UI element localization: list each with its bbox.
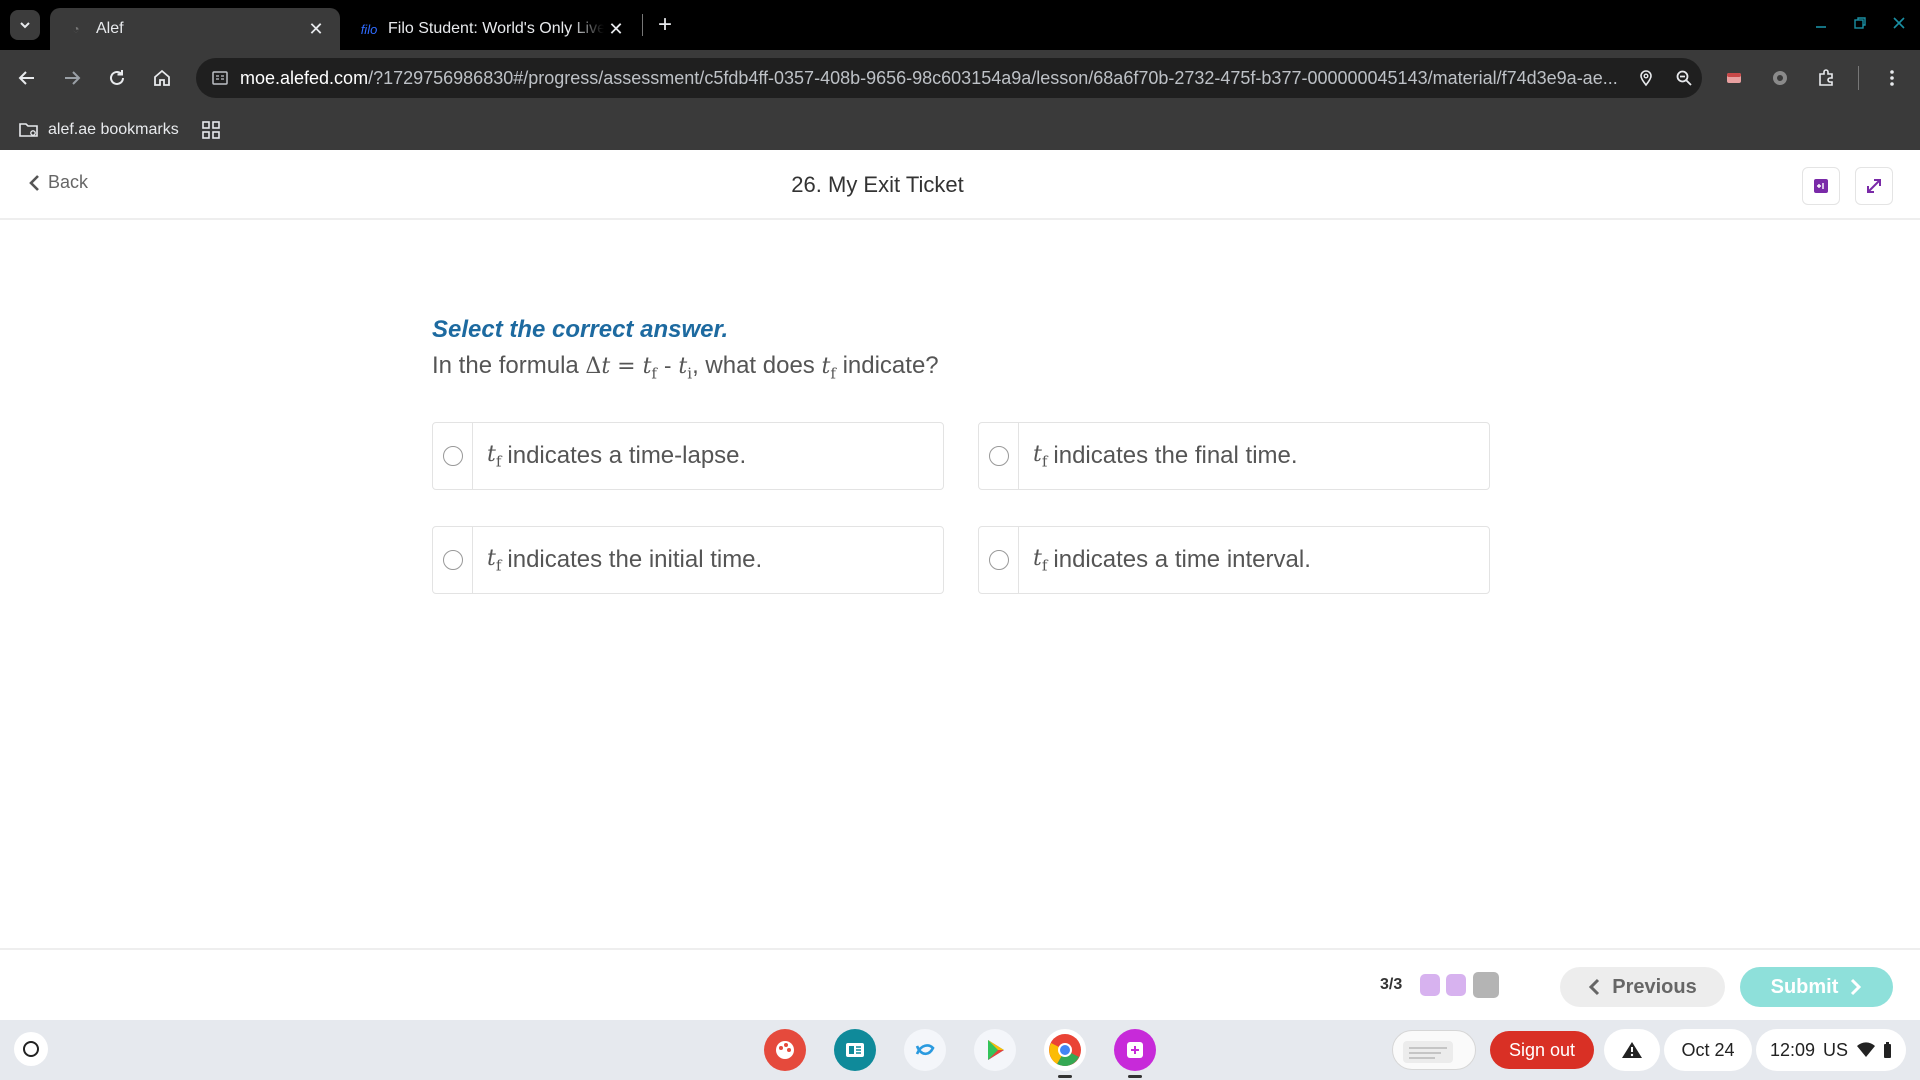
close-window-icon[interactable] xyxy=(1884,10,1914,36)
chevron-down-icon xyxy=(20,22,30,29)
previous-button[interactable]: Previous xyxy=(1560,967,1725,1007)
battery-icon xyxy=(1884,1042,1892,1058)
submit-label: Submit xyxy=(1770,975,1839,998)
option-label: tf indicates the final time. xyxy=(1033,441,1298,471)
formula: Δt = tf - ti xyxy=(585,354,693,383)
apps-grid-icon[interactable] xyxy=(199,118,223,142)
question-area: Select the correct answer. In the formul… xyxy=(0,222,1920,948)
radio-cell[interactable] xyxy=(979,527,1019,593)
home-icon[interactable] xyxy=(146,62,178,94)
chrome-running-indicator xyxy=(1058,1075,1072,1078)
tab-divider xyxy=(642,14,643,36)
answer-option-4[interactable]: tf indicates a time interval. xyxy=(978,526,1490,594)
bookmarks-bar: alef.ae bookmarks xyxy=(0,110,223,150)
extensions-puzzle-icon[interactable] xyxy=(1810,62,1842,94)
zoom-icon[interactable] xyxy=(1668,62,1700,94)
filo-favicon-icon: filo xyxy=(360,21,378,37)
chrome-icon[interactable] xyxy=(1044,1029,1086,1071)
url-path: /?1729756986830#/progress/assessment/c5f… xyxy=(368,67,1618,88)
url-host: moe.alefed.com xyxy=(240,67,369,88)
canvas-app-icon[interactable] xyxy=(764,1029,806,1071)
assessment-footer: 3/3 Previous Submit xyxy=(0,948,1920,1020)
close-icon[interactable]: ✕ xyxy=(304,17,328,41)
page-title: 26. My Exit Ticket xyxy=(791,172,964,197)
progress-dot[interactable] xyxy=(1446,974,1466,996)
minimize-icon[interactable] xyxy=(1806,10,1836,36)
restore-icon[interactable] xyxy=(1845,10,1875,36)
tab-title: Alef xyxy=(96,20,124,37)
warning-status[interactable] xyxy=(1604,1029,1660,1071)
tab-title: Filo Student: World's Only Live I xyxy=(388,20,604,37)
bookmark-folder-alef[interactable]: alef.ae bookmarks xyxy=(18,121,179,139)
classroom-app-icon[interactable] xyxy=(834,1029,876,1071)
answer-option-2[interactable]: tf indicates the final time. xyxy=(978,422,1490,490)
radio-button[interactable] xyxy=(988,446,1009,466)
location-pin-icon[interactable] xyxy=(1630,62,1662,94)
option-label: tf indicates a time interval. xyxy=(1033,545,1311,575)
question-text: In the formula Δt = tf - ti, what does t… xyxy=(432,352,939,382)
reload-icon[interactable] xyxy=(101,62,133,94)
system-tray[interactable]: 12:09 US xyxy=(1756,1029,1906,1071)
question-suffix: indicate? xyxy=(842,352,939,379)
chevron-left-icon xyxy=(1589,978,1600,996)
sign-out-button[interactable]: Sign out xyxy=(1490,1031,1594,1069)
managed-folder-icon xyxy=(19,123,38,137)
expand-icon xyxy=(1867,179,1881,193)
toolbar-divider xyxy=(1858,66,1859,90)
date-display[interactable]: Oct 24 xyxy=(1664,1029,1752,1071)
chevron-right-icon xyxy=(1851,978,1862,996)
tab-filo[interactable]: filo Filo Student: World's Only Live I ✕ xyxy=(350,8,640,50)
immersive-reader-button[interactable] xyxy=(1802,167,1840,205)
question-prefix: In the formula xyxy=(432,352,579,379)
bookmark-folder-label: alef.ae bookmarks xyxy=(48,121,179,138)
url-text: moe.alefed.com/?1729756986830#/progress/… xyxy=(240,68,1624,89)
back-arrow-icon[interactable] xyxy=(11,62,43,94)
tab-alef[interactable]: ◔ Alef ✕ xyxy=(50,8,340,50)
extension-icon[interactable] xyxy=(1718,62,1750,94)
option-label: tf indicates the initial time. xyxy=(487,545,763,575)
play-store-icon[interactable] xyxy=(974,1029,1016,1071)
screen-capture-extension-icon[interactable] xyxy=(1764,62,1796,94)
launcher-circle-icon xyxy=(23,1041,39,1057)
progress-dot[interactable] xyxy=(1420,974,1440,996)
browser-tab-bar: ◔ Alef ✕ filo Filo Student: World's Only… xyxy=(0,0,1920,50)
radio-cell[interactable] xyxy=(979,423,1019,489)
locale-text: US xyxy=(1823,1039,1849,1060)
question-middle: , what does xyxy=(692,352,815,379)
progress-counter: 3/3 xyxy=(1380,976,1403,993)
close-icon[interactable]: ✕ xyxy=(604,17,628,41)
menu-more-icon[interactable] xyxy=(1876,62,1908,94)
os-shelf: Sign out Oct 24 12:09 US xyxy=(0,1020,1920,1080)
radio-button[interactable] xyxy=(442,446,463,466)
app-running-indicator xyxy=(1128,1075,1142,1078)
new-tab-button[interactable]: + xyxy=(652,11,678,38)
alef-favicon-icon: ◔ xyxy=(72,22,80,36)
lesson-header: Back 26. My Exit Ticket xyxy=(0,150,1920,220)
fullscreen-button[interactable] xyxy=(1855,167,1893,205)
wifi-icon xyxy=(1857,1042,1876,1057)
launcher-button[interactable] xyxy=(14,1032,48,1066)
warning-triangle-icon xyxy=(1622,1042,1642,1058)
address-bar[interactable]: moe.alefed.com/?1729756986830#/progress/… xyxy=(196,58,1702,98)
forward-arrow-icon[interactable] xyxy=(56,62,88,94)
answer-option-1[interactable]: tf indicates a time-lapse. xyxy=(432,422,944,490)
radio-cell[interactable] xyxy=(433,423,473,489)
progress-dot-current[interactable] xyxy=(1473,972,1499,998)
formula-target: tf xyxy=(821,354,836,383)
tab-search-button[interactable] xyxy=(10,10,40,40)
radio-button[interactable] xyxy=(442,550,463,570)
time-text: 12:09 xyxy=(1769,1039,1816,1060)
instruction-text: Select the correct answer. xyxy=(432,316,729,343)
submit-button[interactable]: Submit xyxy=(1740,967,1893,1007)
reader-icon xyxy=(1814,179,1828,193)
holding-space-tray[interactable] xyxy=(1392,1030,1476,1070)
radio-button[interactable] xyxy=(988,550,1009,570)
option-label: tf indicates a time-lapse. xyxy=(487,441,747,471)
answer-option-3[interactable]: tf indicates the initial time. xyxy=(432,526,944,594)
linked-app-icon[interactable] xyxy=(904,1029,946,1071)
previous-label: Previous xyxy=(1612,975,1697,998)
radio-cell[interactable] xyxy=(433,527,473,593)
site-info-icon[interactable] xyxy=(204,62,236,94)
screencast-app-icon[interactable] xyxy=(1114,1029,1156,1071)
